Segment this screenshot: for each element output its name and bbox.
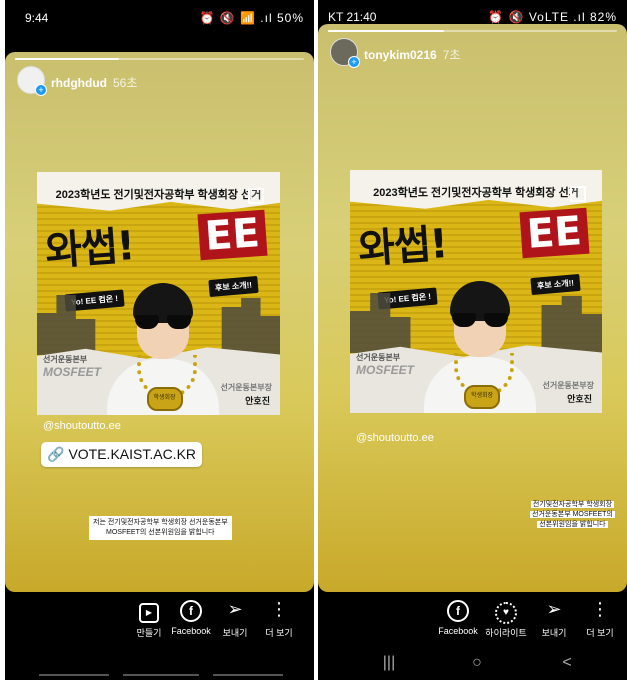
story-time-ago: 7초	[442, 48, 461, 62]
send-button[interactable]: ➢ 보내기	[530, 596, 578, 639]
status-icons: ⏰ 🔇 📶 .ıl 50%	[199, 11, 304, 25]
story-view[interactable]: + tonykim0216 7초 2023학년도 전기및전자공학부 학생회장 선거…	[318, 24, 627, 592]
medal: 학생회장	[464, 385, 500, 409]
story-view[interactable]: + rhdghdud 56초 2023학년도 전기및전자공학부 학생회장 선거 와…	[5, 52, 314, 592]
poster-ee-logo: EE	[197, 209, 268, 261]
status-icon-group: ⏰ 🔇 📶 .ıl	[199, 11, 273, 25]
highlight-icon: ♥	[482, 596, 530, 624]
add-badge-icon: +	[35, 84, 47, 96]
poster-title: 2023학년도 전기및전자공학부 학생회장 선거	[373, 187, 579, 199]
story-username[interactable]: tonykim0216 7초	[364, 46, 460, 63]
story-username[interactable]: rhdghdud 56초	[51, 74, 137, 91]
caption-line: 선본위원임을 밝힙니다	[530, 520, 615, 530]
sunglasses-icon	[452, 313, 508, 327]
poster-title: 2023학년도 전기및전자공학부 학생회장 선거	[55, 189, 262, 201]
poster-party-label: 선거운동본부	[356, 353, 401, 362]
poster-ee-logo: EE	[519, 207, 590, 259]
story-progress-fill	[328, 30, 444, 32]
caption-line-text: 선본위원임을 밝힙니다	[537, 521, 608, 528]
poster-person-name: 안호진	[245, 396, 270, 406]
story-time-ago: 56초	[112, 76, 138, 90]
poster-person-name: 안호진	[567, 394, 592, 404]
story-progress-bar	[328, 30, 617, 32]
poster-role: 선거운동본부장	[220, 383, 272, 392]
home-icon[interactable]: ○	[462, 654, 492, 672]
action-label: 하이라이트	[485, 628, 527, 638]
link-sticker[interactable]: 🔗 VOTE.KAIST.AC.KR	[41, 442, 203, 467]
action-label: 더 보기	[265, 628, 293, 638]
story-progress-bar	[15, 58, 304, 60]
story-actions: f Facebook ♥ 하이라이트 ➢ 보내기 ⋮ 더 보기	[318, 596, 627, 656]
caption-line-text: 전기및전자공학부 학생회장	[530, 501, 615, 508]
username-text: tonykim0216	[364, 48, 437, 62]
sunglasses-icon	[134, 315, 191, 329]
caption-line: 저는 전기및전자공학부 학생회장 선거운동본부	[93, 519, 228, 526]
action-label: Facebook	[438, 626, 478, 636]
avatar[interactable]: +	[330, 38, 360, 68]
action-label: Facebook	[171, 626, 211, 636]
mention-sticker[interactable]: @shoutoutto.ee	[43, 420, 121, 432]
send-icon: ➢	[546, 599, 562, 619]
poster-party-name: MOSFEET	[356, 363, 415, 377]
make-icon: ▶	[125, 596, 173, 623]
link-icon: 🔗	[47, 446, 65, 462]
action-label: 더 보기	[586, 628, 614, 638]
facebook-icon: f	[434, 596, 482, 622]
poster-box-icon	[248, 188, 264, 204]
campaign-poster: 2023학년도 전기및전자공학부 학생회장 선거 와썹! EE Yo! EE 컴…	[350, 170, 602, 413]
action-label: 보내기	[541, 628, 567, 638]
medal: 학생회장	[146, 387, 183, 411]
username-text: rhdghdud	[51, 76, 107, 90]
caption-text: 저는 전기및전자공학부 학생회장 선거운동본부 MOSFEET의 선본위원임을 …	[89, 516, 232, 540]
caption-text: 전기및전자공학부 학생회장 선거운동본부 MOSFEET의 선본위원임을 밝힙니…	[526, 498, 619, 532]
poster-party-name: MOSFEET	[43, 365, 102, 379]
status-icon-group: ⏰ 🔇 VoLTE .ıl	[488, 10, 586, 24]
send-icon: ➢	[227, 599, 243, 619]
highlight-button[interactable]: ♥ 하이라이트	[482, 596, 530, 639]
send-button[interactable]: ➢ 보내기	[211, 596, 259, 639]
caption-line: 전기및전자공학부 학생회장	[530, 500, 615, 510]
facebook-button[interactable]: f Facebook	[167, 596, 215, 636]
status-icons: ⏰ 🔇 VoLTE .ıl 82%	[488, 10, 617, 24]
link-text: VOTE.KAIST.AC.KR	[68, 446, 197, 462]
facebook-button[interactable]: f Facebook	[434, 596, 482, 636]
make-button[interactable]: ▶ 만들기	[125, 596, 173, 639]
more-icon: ⋮	[270, 599, 288, 619]
caption-line: 선거운동본부 MOSFEET의	[530, 510, 615, 520]
status-time: 9:44	[25, 11, 49, 25]
caption-line: MOSFEET의 선본위원임을 밝힙니다	[106, 529, 215, 536]
more-button[interactable]: ⋮ 더 보기	[576, 596, 624, 639]
campaign-poster: 2023학년도 전기및전자공학부 학생회장 선거 와썹! EE Yo! EE 컴…	[37, 172, 280, 415]
home-indicator	[213, 674, 283, 676]
more-icon: ⋮	[591, 599, 609, 619]
candidate-photo: 학생회장	[103, 275, 223, 415]
system-nav-bar: ||| ○ <	[318, 650, 627, 680]
add-badge-icon: +	[348, 56, 360, 68]
poster-role: 선거운동본부장	[542, 381, 594, 390]
poster-party-label: 선거운동본부	[43, 355, 88, 364]
action-label: 만들기	[136, 628, 162, 638]
mention-sticker[interactable]: @shoutoutto.ee	[356, 432, 434, 444]
home-indicator	[39, 674, 109, 676]
battery-level: 50%	[276, 11, 304, 25]
story-actions: ▶ 만들기 f Facebook ➢ 보내기 ⋮ 더 보기	[5, 596, 314, 656]
poster-headline: 와썹!	[43, 222, 136, 276]
phone-screen-right: KT 21:40 ⏰ 🔇 VoLTE .ıl 82% + tonykim0216…	[318, 0, 627, 680]
poster-box-icon	[570, 186, 586, 202]
status-time: KT 21:40	[328, 10, 377, 24]
action-label: 보내기	[222, 628, 248, 638]
poster-headline: 와썹!	[356, 220, 449, 274]
home-indicator	[123, 674, 199, 676]
more-button[interactable]: ⋮ 더 보기	[255, 596, 303, 639]
facebook-icon: f	[167, 596, 215, 622]
recents-icon[interactable]: |||	[374, 654, 404, 672]
caption-line-text: 선거운동본부 MOSFEET의	[530, 511, 615, 518]
story-progress-fill	[15, 58, 120, 60]
back-icon[interactable]: <	[552, 654, 582, 672]
status-bar: 9:44 ⏰ 🔇 📶 .ıl 50%	[5, 0, 314, 34]
candidate-photo: 학생회장	[420, 273, 540, 413]
avatar[interactable]: +	[17, 66, 47, 96]
battery-level: 82%	[589, 10, 617, 24]
phone-screen-left: 9:44 ⏰ 🔇 📶 .ıl 50% + rhdghdud 56초 2023학년도…	[5, 0, 314, 680]
